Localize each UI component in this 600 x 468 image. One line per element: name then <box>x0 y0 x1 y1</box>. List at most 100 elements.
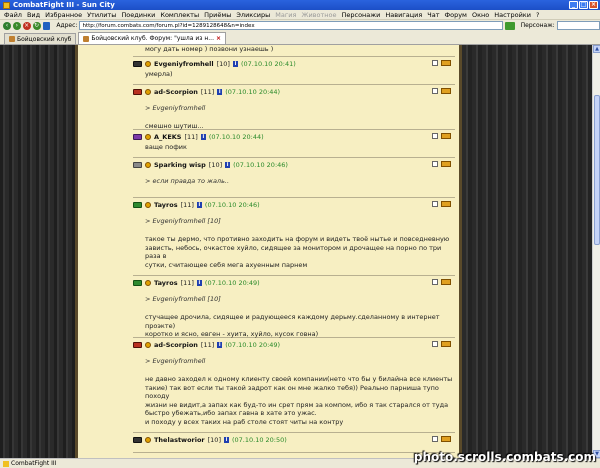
reply-icon[interactable] <box>441 341 451 347</box>
tab-close-icon[interactable]: × <box>216 35 221 42</box>
app-icon <box>3 460 9 467</box>
author-nick[interactable]: Evgeniyfromhell <box>154 60 214 68</box>
scroll-up-icon[interactable]: ▲ <box>593 45 600 53</box>
menu-item[interactable]: Вид <box>27 11 40 19</box>
info-icon[interactable]: i <box>196 201 202 208</box>
select-checkbox[interactable] <box>432 161 438 167</box>
align-icon[interactable] <box>145 201 151 208</box>
menu-item[interactable]: Эликсиры <box>236 11 270 19</box>
menu-bar: Файл Вид Избранное Утилиты Поединки Комплекты… <box>0 10 600 20</box>
post-time: (07.10.10 20:44) <box>225 87 281 96</box>
info-icon[interactable]: i <box>200 133 206 140</box>
reply-icon[interactable] <box>441 88 451 94</box>
select-checkbox[interactable] <box>432 341 438 347</box>
select-checkbox[interactable] <box>432 279 438 285</box>
select-checkbox[interactable] <box>432 133 438 139</box>
menu-item[interactable]: Приёмы <box>204 11 231 19</box>
minimize-button[interactable]: _ <box>569 1 578 9</box>
post-body: не давно заходел к одному клиенту своей … <box>133 375 455 426</box>
align-icon[interactable] <box>145 436 151 443</box>
info-icon[interactable]: i <box>217 88 223 95</box>
vertical-scrollbar[interactable]: ▲ ▼ <box>592 45 600 458</box>
post-quote: > Evgeniyfromhell [10] <box>145 217 221 225</box>
author-nick[interactable]: Thelastworior <box>154 436 205 444</box>
clan-icon[interactable] <box>133 341 142 348</box>
info-icon[interactable]: i <box>232 60 238 67</box>
menu-item[interactable]: Магия <box>275 11 296 19</box>
author-level: [10] <box>208 160 223 169</box>
menu-item[interactable]: Комплекты <box>160 11 199 19</box>
select-checkbox[interactable] <box>432 201 438 207</box>
align-icon[interactable] <box>145 279 151 286</box>
author-nick[interactable]: ad-Scorpion <box>154 88 198 96</box>
forward-icon[interactable]: › <box>12 21 21 30</box>
reply-icon[interactable] <box>441 436 451 442</box>
align-icon[interactable] <box>145 341 151 348</box>
author-nick[interactable]: Tayros <box>154 201 178 209</box>
clan-icon[interactable] <box>133 60 142 67</box>
clan-icon[interactable] <box>133 133 142 140</box>
clan-icon[interactable] <box>133 201 142 208</box>
menu-item[interactable]: Утилиты <box>87 11 116 19</box>
post-header: ad-Scorpion [11] i (07.10.10 20:44) <box>133 85 455 98</box>
taskbar-item[interactable]: CombatFight III <box>3 460 56 467</box>
menu-item[interactable]: Форум <box>445 11 467 19</box>
info-icon[interactable]: i <box>217 341 223 348</box>
info-icon[interactable]: i <box>196 279 202 286</box>
select-checkbox[interactable] <box>432 436 438 442</box>
tab-0[interactable]: Бойцовский клуб <box>4 33 77 44</box>
clan-icon[interactable] <box>133 88 142 95</box>
maximize-button[interactable]: □ <box>579 1 588 9</box>
refresh-icon[interactable]: ↻ <box>32 21 41 30</box>
menu-item[interactable]: Избранное <box>45 11 82 19</box>
info-icon[interactable]: i <box>225 161 231 168</box>
close-button[interactable]: × <box>589 1 598 9</box>
clan-icon[interactable] <box>133 161 142 168</box>
align-icon[interactable] <box>145 161 151 168</box>
author-nick[interactable]: A_KEKS <box>154 133 181 141</box>
align-icon[interactable] <box>145 133 151 140</box>
menu-item[interactable]: Животное <box>301 11 336 19</box>
menu-item[interactable]: Навигация <box>385 11 422 19</box>
reply-icon[interactable] <box>441 201 451 207</box>
forum-post: Tayros [11] i (07.10.10 20:49) > Evgeniyfrom… <box>133 276 455 338</box>
taskbar-item-label: CombatFight III <box>11 460 57 467</box>
author-nick[interactable]: Tayros <box>154 279 178 287</box>
align-icon[interactable] <box>145 88 151 95</box>
persons-select[interactable] <box>556 21 600 30</box>
post-time: (07.10.10 20:50) <box>231 435 287 444</box>
post-body-line: зависть, небось, очкастое хуйло, сидящее… <box>145 243 442 261</box>
go-button[interactable] <box>504 21 515 30</box>
menu-item[interactable]: Окно <box>472 11 489 19</box>
post-quote: > если правда то жаль.. <box>145 177 230 185</box>
info-icon[interactable]: i <box>223 436 229 443</box>
window-title: CombatFight III - Sun City <box>13 1 115 9</box>
menu-item[interactable]: Настройки <box>494 11 531 19</box>
clan-icon[interactable] <box>133 436 142 443</box>
menu-item[interactable]: Персонажи <box>341 11 380 19</box>
tab-label: Бойцовский клуб <box>17 35 72 43</box>
reply-icon[interactable] <box>441 161 451 167</box>
menu-item[interactable]: Чат <box>427 11 439 19</box>
clan-icon[interactable] <box>133 279 142 286</box>
stop-icon[interactable]: × <box>22 21 31 30</box>
select-checkbox[interactable] <box>432 60 438 66</box>
tab-1[interactable]: Бойцовский клуб. Форум: "ушла из н... × <box>78 32 227 44</box>
post-body-line: такие) так вот если ты такой задрот как … <box>145 383 439 401</box>
post-actions <box>432 88 451 94</box>
reply-icon[interactable] <box>441 60 451 66</box>
menu-item[interactable]: Поединки <box>121 11 155 19</box>
menu-item[interactable]: Файл <box>4 11 22 19</box>
reply-icon[interactable] <box>441 279 451 285</box>
scroll-thumb[interactable] <box>594 95 600 245</box>
back-icon[interactable]: ‹ <box>3 21 11 30</box>
align-icon[interactable] <box>145 60 151 67</box>
address-input[interactable]: http://forum.combats.com/forum.pl?id=128… <box>79 21 503 30</box>
reply-icon[interactable] <box>441 133 451 139</box>
menu-item[interactable]: ? <box>536 11 539 19</box>
author-nick[interactable]: Sparking wisp <box>154 161 206 169</box>
home-icon[interactable] <box>42 21 51 30</box>
post-header: Tayros [11] i (07.10.10 20:49) <box>133 276 455 289</box>
select-checkbox[interactable] <box>432 88 438 94</box>
author-nick[interactable]: ad-Scorpion <box>154 341 198 349</box>
